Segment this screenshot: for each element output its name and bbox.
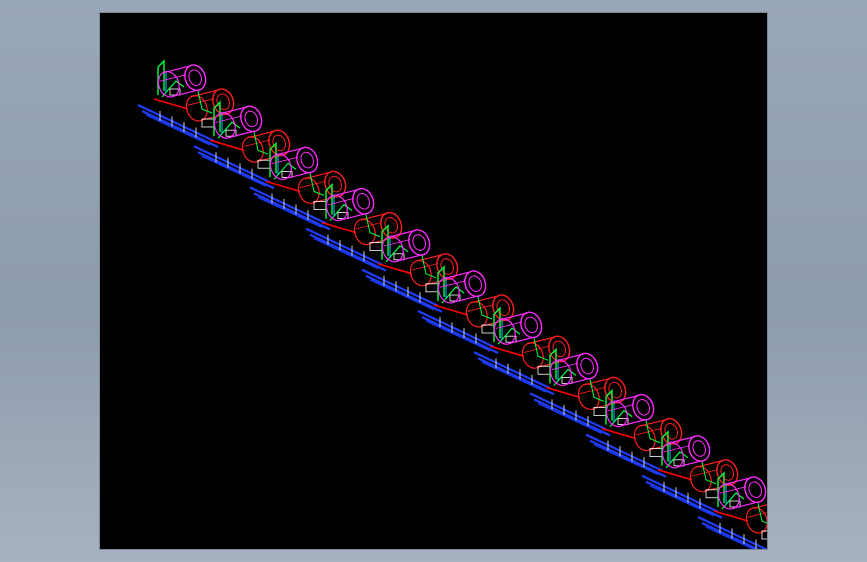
assembly-2-base	[193, 145, 275, 190]
assembly-8-base-rail-a	[529, 392, 607, 431]
assembly-9-base-rail-b	[589, 439, 667, 478]
assembly-10-base-rail-b	[645, 480, 723, 519]
assembly-5-base-rail-a	[361, 268, 439, 307]
assembly-4-base-rail-a	[305, 227, 383, 266]
assembly-6-base-rail-b	[421, 316, 499, 354]
assembly-2-base-rail-a	[193, 145, 271, 184]
assembly-9-roller-rear-inner-rim	[636, 399, 650, 416]
assembly-9-base-rail-a	[585, 433, 663, 472]
assembly-5-roller-rear-inner-rim	[412, 234, 426, 251]
assembly-2-support-block	[257, 159, 271, 169]
assembly-6-base-rail-a	[417, 310, 495, 348]
assembly-2-roller-front-inner-rim	[272, 134, 286, 152]
assembly-4-roller-rear-inner-rim	[356, 193, 370, 210]
assembly-1-base-rail-a	[137, 104, 215, 142]
assembly-4-base-rail-b	[309, 233, 387, 272]
assembly-3-base-rail-c	[257, 196, 323, 228]
assembly-2-base-rail-c	[201, 155, 267, 187]
assembly-8-roller-rear-inner-rim	[580, 357, 594, 375]
assembly-10-roller-rear-inner-rim	[692, 440, 706, 457]
assembly-4-support-block	[369, 242, 383, 252]
assembly-2-base-rail-b	[197, 151, 275, 190]
assembly-1-roller-rear-inner-rim	[188, 69, 202, 86]
assembly-4-roller-front-inner-rim	[384, 217, 398, 234]
assembly-9-base-rail-c	[593, 444, 659, 476]
assembly-9-base	[585, 433, 667, 478]
assembly-9-roller-front-inner-rim	[664, 423, 678, 440]
assembly-10-base-rail-c	[649, 485, 715, 517]
assembly-1-roller-front-inner-rim	[216, 93, 230, 110]
assembly-5-base-rail-c	[369, 279, 435, 311]
assembly-11-roller-front-side-edge	[747, 512, 767, 518]
assembly-7-roller-rear-inner-rim	[524, 316, 538, 334]
assembly-10-roller-front-inner-rim	[720, 464, 734, 481]
assembly-1-base-rail-c	[145, 114, 211, 146]
assembly-6-roller-rear-inner-rim	[468, 275, 482, 292]
assembly-1-base-rail-b	[141, 110, 219, 148]
assembly-group	[137, 59, 767, 549]
assembly-10-support-block	[705, 489, 719, 499]
assembly-7-support-block	[537, 365, 551, 375]
assembly-8-base-rail-c	[537, 402, 603, 434]
assembly-5-base-rail-b	[365, 274, 443, 313]
assembly-8-base	[529, 392, 611, 437]
assembly-7-base-rail-a	[473, 351, 551, 390]
assembly-1-support-block	[201, 118, 215, 128]
assembly-10-base	[641, 474, 723, 519]
assembly-6-support-block	[481, 324, 495, 334]
assembly-5-support-block	[425, 283, 439, 293]
assembly-11-roller-rear-inner-rim	[748, 481, 762, 498]
assembly-7-base-rail-b	[477, 357, 555, 396]
assembly-8-roller-front-inner-rim	[608, 381, 622, 399]
assembly-2-roller-rear-inner-rim	[244, 110, 258, 128]
drawing-viewport[interactable]	[100, 13, 767, 549]
assembly-9-support-block	[649, 448, 663, 458]
assembly-1-base	[137, 104, 219, 148]
assembly-11-roller-front	[745, 504, 767, 534]
assembly-5-roller-front-inner-rim	[440, 258, 454, 275]
assembly-10-base-rail-a	[641, 474, 719, 513]
assembly-8-support-block	[593, 406, 607, 416]
assembly-6-base-rail-c	[425, 320, 491, 352]
assembly-3-roller-front-inner-rim	[328, 175, 342, 193]
assembly-6-base	[417, 310, 499, 354]
assembly-3-roller-rear-inner-rim	[300, 151, 314, 169]
assembly-7-base-rail-c	[481, 361, 547, 393]
assembly-3-base-rail-b	[253, 192, 331, 231]
assembly-1-frame-red-bar	[153, 98, 189, 110]
assembly-7-base	[473, 351, 555, 396]
assembly-4-base	[305, 227, 387, 272]
assembly-3-base-rail-a	[249, 186, 327, 225]
assembly-6-roller-front-inner-rim	[496, 299, 510, 316]
assembly-5-base	[361, 268, 443, 313]
assembly-8-base-rail-b	[533, 398, 611, 437]
assembly-3-support-block	[313, 200, 327, 210]
assembly-4-base-rail-c	[313, 238, 379, 270]
assembly-7-roller-front-inner-rim	[552, 340, 566, 358]
assembly-3-base	[249, 186, 331, 231]
cad-model-view[interactable]	[100, 13, 767, 549]
